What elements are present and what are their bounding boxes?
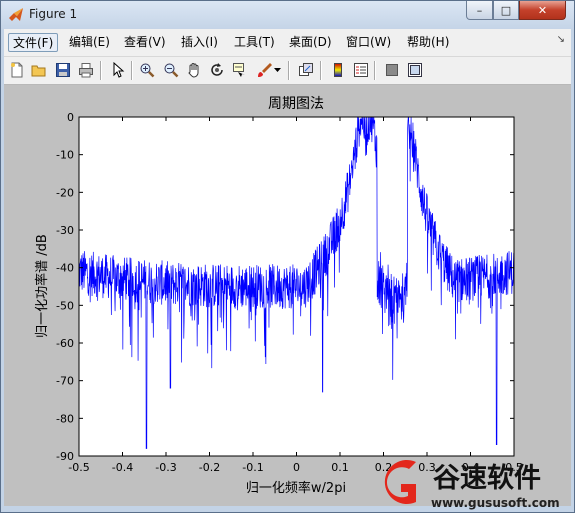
menu-edit[interactable]: 编辑(E) [65, 33, 114, 52]
menu-tools[interactable]: 工具(T) [230, 33, 279, 52]
legend-icon[interactable] [351, 60, 371, 80]
watermark-url: www.gususoft.com [431, 496, 560, 510]
rotate-3d-icon[interactable] [207, 60, 227, 80]
chart-title: 周期图法 [268, 96, 324, 112]
toolbar [4, 57, 571, 85]
periodogram-plot: -0.5 -0.4 -0.3 -0.2 -0.1 0 0.1 0.2 0.3 0.4 0.5 0-1… [34, 96, 523, 496]
watermark-brand: 谷速软件 [433, 463, 541, 494]
toolbar-separator [288, 61, 290, 80]
menu-desktop[interactable]: 桌面(D) [285, 33, 336, 52]
colorbar-icon[interactable] [328, 60, 348, 80]
menu-insert[interactable]: 插入(I) [177, 33, 222, 52]
toolbar-separator [100, 61, 102, 80]
x-tick-label: -0.1 [242, 461, 263, 474]
zoom-in-icon[interactable] [137, 60, 157, 80]
y-axis-label: 归一化功率谱 /dB [34, 234, 50, 338]
toolbar-separator [320, 61, 322, 80]
y-tick-label: -20 [56, 186, 74, 199]
brush-dropdown-icon[interactable] [272, 60, 284, 80]
maximize-button[interactable]: □ [493, 1, 519, 20]
save-icon[interactable] [53, 60, 73, 80]
menu-window[interactable]: 窗口(W) [342, 33, 395, 52]
watermark: 谷速软件 www.gususoft.com [384, 460, 560, 510]
menu-view[interactable]: 查看(V) [120, 33, 170, 52]
y-tick-label: -80 [56, 412, 74, 425]
x-axis-label: 归一化频率w/2pi [246, 480, 346, 496]
y-tick-label: -60 [56, 337, 74, 350]
window-title: Figure 1 [29, 7, 78, 21]
y-tick-label: -30 [56, 224, 74, 237]
x-tick-label: -0.2 [199, 461, 220, 474]
menu-file[interactable]: 文件(F) [8, 33, 59, 52]
x-tick-label: -0.4 [112, 461, 133, 474]
toolbar-separator [131, 61, 133, 80]
y-tick-label: -10 [56, 149, 74, 162]
gususoft-logo [384, 460, 416, 504]
x-tick-label: 0.1 [331, 461, 349, 474]
y-tick-label: -90 [56, 450, 74, 463]
zoom-out-icon[interactable] [161, 60, 181, 80]
menu-overflow-arrow[interactable]: ↘ [557, 34, 565, 45]
figure-window: Figure 1 – □ ✕ 文件(F) 编辑(E) 查看(V) 插入(I) 工… [0, 0, 575, 513]
open-folder-icon[interactable] [29, 60, 49, 80]
print-icon[interactable] [76, 60, 96, 80]
toolbar-separator [374, 61, 376, 80]
matlab-icon [9, 8, 23, 21]
menu-bar: 文件(F) 编辑(E) 查看(V) 插入(I) 工具(T) 桌面(D) 窗口(W… [4, 29, 571, 57]
y-tick-label: 0 [67, 111, 74, 124]
brush-icon[interactable] [254, 60, 274, 80]
minimize-button[interactable]: – [466, 1, 493, 20]
show-plot-tools-icon[interactable] [405, 60, 425, 80]
x-tick-label: -0.3 [155, 461, 176, 474]
y-tick-label: -40 [56, 262, 74, 275]
hide-plot-tools-icon[interactable] [382, 60, 402, 80]
new-file-icon[interactable] [7, 60, 27, 80]
close-button[interactable]: ✕ [519, 1, 566, 20]
x-tick-label: 0 [293, 461, 300, 474]
data-cursor-icon[interactable] [230, 60, 250, 80]
menu-help[interactable]: 帮助(H) [403, 33, 453, 52]
link-plot-icon[interactable] [296, 60, 316, 80]
pointer-icon[interactable] [108, 60, 128, 80]
y-tick-label: -70 [56, 375, 74, 388]
figure-canvas[interactable]: -0.5 -0.4 -0.3 -0.2 -0.1 0 0.1 0.2 0.3 0.4 0.5 0 -1… [4, 85, 571, 506]
y-tick-label: -50 [56, 299, 74, 312]
title-bar[interactable]: Figure 1 – □ ✕ [1, 1, 574, 29]
pan-hand-icon[interactable] [184, 60, 204, 80]
